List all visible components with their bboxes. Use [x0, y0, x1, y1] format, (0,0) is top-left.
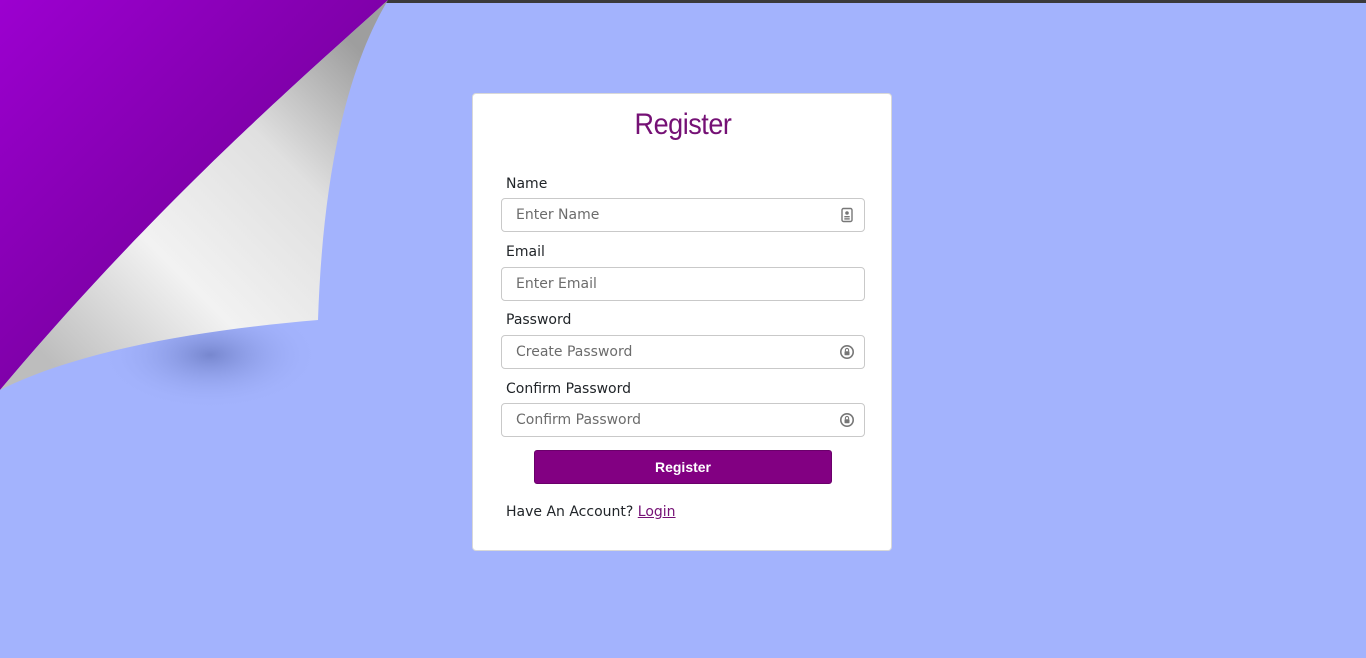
id-card-icon [841, 207, 853, 223]
register-card: Register Name Email Password Confirm Pas… [472, 93, 892, 551]
lock-icon [840, 345, 854, 359]
confirm-password-label: Confirm Password [506, 381, 632, 397]
password-input[interactable] [502, 336, 826, 368]
password-label: Password [506, 312, 572, 328]
confirm-password-input[interactable] [502, 404, 826, 436]
name-label: Name [506, 176, 548, 192]
account-prompt-line: Have An Account? Login [506, 504, 676, 520]
form-title: Register [634, 108, 732, 141]
name-input[interactable] [502, 199, 826, 231]
name-field-wrapper [501, 198, 865, 232]
register-button[interactable]: Register [534, 450, 832, 484]
login-link[interactable]: Login [638, 504, 676, 520]
password-field-wrapper [501, 335, 865, 369]
account-prompt-text: Have An Account? [506, 504, 634, 520]
email-label: Email [506, 244, 545, 260]
page-curl-decoration [0, 0, 388, 410]
lock-icon [840, 413, 854, 427]
email-field-wrapper [501, 267, 865, 301]
email-input[interactable] [502, 268, 826, 300]
confirm-password-field-wrapper [501, 403, 865, 437]
